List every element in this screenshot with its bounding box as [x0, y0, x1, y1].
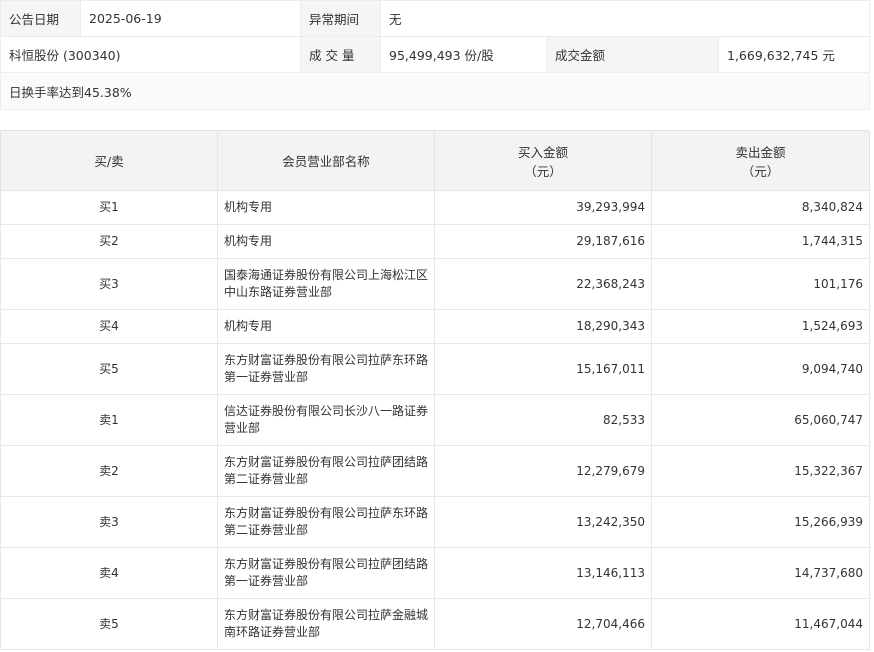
row-side: 买3 — [0, 258, 218, 310]
row-buy-amount: 39,293,994 — [434, 190, 652, 225]
row-sell-amount: 65,060,747 — [651, 394, 870, 446]
header-side: 买/卖 — [0, 130, 218, 191]
table-row: 买5 东方财富证券股份有限公司拉萨东环路第一证券营业部 15,167,011 9… — [0, 343, 870, 395]
row-sell-amount: 101,176 — [651, 258, 870, 310]
row-sell-amount: 8,340,824 — [651, 190, 870, 225]
row-buy-amount: 12,279,679 — [434, 445, 652, 497]
table-row: 买4 机构专用 18,290,343 1,524,693 — [0, 309, 870, 344]
row-buy-amount: 18,290,343 — [434, 309, 652, 344]
row-side: 卖2 — [0, 445, 218, 497]
row-sell-amount: 1,744,315 — [651, 224, 870, 259]
row-member-name: 国泰海通证券股份有限公司上海松江区中山东路证券营业部 — [217, 258, 435, 310]
trading-seats-panel: 买/卖 会员营业部名称 买入金额 （元） 卖出金额 （元） 买1 机构专用 39… — [0, 130, 870, 650]
row-side: 买4 — [0, 309, 218, 344]
row-member-name: 机构专用 — [217, 190, 435, 225]
row-buy-amount: 13,146,113 — [434, 547, 652, 599]
announce-date-value: 2025-06-19 — [80, 0, 301, 37]
table-row: 卖5 东方财富证券股份有限公司拉萨金融城南环路证券营业部 12,704,466 … — [0, 598, 870, 650]
row-member-name: 机构专用 — [217, 224, 435, 259]
announce-date-label: 公告日期 — [0, 0, 81, 37]
row-side: 买1 — [0, 190, 218, 225]
stock-info-table: 公告日期 2025-06-19 异常期间 无 科恒股份 (300340) 成 交… — [0, 0, 870, 110]
row-sell-amount: 14,737,680 — [651, 547, 870, 599]
row-side: 买5 — [0, 343, 218, 395]
table-row: 买2 机构专用 29,187,616 1,744,315 — [0, 224, 870, 259]
table-row: 卖1 信达证券股份有限公司长沙八一路证券营业部 82,533 65,060,74… — [0, 394, 870, 446]
header-sell-amount: 卖出金额 （元） — [651, 130, 870, 191]
row-member-name: 东方财富证券股份有限公司拉萨金融城南环路证券营业部 — [217, 598, 435, 650]
row-sell-amount: 1,524,693 — [651, 309, 870, 344]
abnormal-period-value: 无 — [380, 0, 870, 37]
row-buy-amount: 82,533 — [434, 394, 652, 446]
abnormal-period-label: 异常期间 — [300, 0, 381, 37]
row-side: 卖5 — [0, 598, 218, 650]
row-member-name: 机构专用 — [217, 309, 435, 344]
row-buy-amount: 13,242,350 — [434, 496, 652, 548]
row-member-name: 东方财富证券股份有限公司拉萨东环路第一证券营业部 — [217, 343, 435, 395]
header-sell-amount-title: 卖出金额 — [735, 144, 786, 160]
volume-value: 95,499,493 份/股 — [380, 36, 547, 73]
table-row: 卖2 东方财富证券股份有限公司拉萨团结路第二证券营业部 12,279,679 1… — [0, 445, 870, 497]
stock-info-panel: 公告日期 2025-06-19 异常期间 无 科恒股份 (300340) 成 交… — [0, 0, 870, 110]
row-member-name: 东方财富证券股份有限公司拉萨团结路第一证券营业部 — [217, 547, 435, 599]
table-row: 卖4 东方财富证券股份有限公司拉萨团结路第一证券营业部 13,146,113 1… — [0, 547, 870, 599]
header-buy-amount-unit: （元） — [524, 163, 562, 179]
amount-value: 1,669,632,745 元 — [718, 36, 870, 73]
trading-seats-body: 买1 机构专用 39,293,994 8,340,824 买2 机构专用 29,… — [0, 190, 870, 650]
row-sell-amount: 11,467,044 — [651, 598, 870, 650]
row-buy-amount: 12,704,466 — [434, 598, 652, 650]
row-side: 卖3 — [0, 496, 218, 548]
header-sell-amount-unit: （元） — [741, 163, 780, 179]
table-row: 卖3 东方财富证券股份有限公司拉萨东环路第二证券营业部 13,242,350 1… — [0, 496, 870, 548]
header-buy-amount-title: 买入金额 — [517, 144, 568, 160]
trading-seats-table: 买/卖 会员营业部名称 买入金额 （元） 卖出金额 （元） 买1 机构专用 39… — [0, 130, 870, 650]
row-side: 卖4 — [0, 547, 218, 599]
header-member-name: 会员营业部名称 — [217, 130, 435, 191]
row-buy-amount: 22,368,243 — [434, 258, 652, 310]
row-buy-amount: 29,187,616 — [434, 224, 652, 259]
volume-label: 成 交 量 — [300, 36, 381, 73]
row-side: 买2 — [0, 224, 218, 259]
row-member-name: 东方财富证券股份有限公司拉萨东环路第二证券营业部 — [217, 496, 435, 548]
stock-name-code: 科恒股份 (300340) — [0, 36, 301, 73]
row-sell-amount: 15,322,367 — [651, 445, 870, 497]
amount-label: 成交金额 — [546, 36, 719, 73]
table-row: 买1 机构专用 39,293,994 8,340,824 — [0, 190, 870, 225]
header-buy-amount: 买入金额 （元） — [434, 130, 652, 191]
row-member-name: 信达证券股份有限公司长沙八一路证券营业部 — [217, 394, 435, 446]
row-member-name: 东方财富证券股份有限公司拉萨团结路第二证券营业部 — [217, 445, 435, 497]
table-row: 买3 国泰海通证券股份有限公司上海松江区中山东路证券营业部 22,368,243… — [0, 258, 870, 310]
row-sell-amount: 9,094,740 — [651, 343, 870, 395]
row-sell-amount: 15,266,939 — [651, 496, 870, 548]
abnormal-reason: 日换手率达到45.38% — [0, 72, 870, 110]
row-side: 卖1 — [0, 394, 218, 446]
row-buy-amount: 15,167,011 — [434, 343, 652, 395]
